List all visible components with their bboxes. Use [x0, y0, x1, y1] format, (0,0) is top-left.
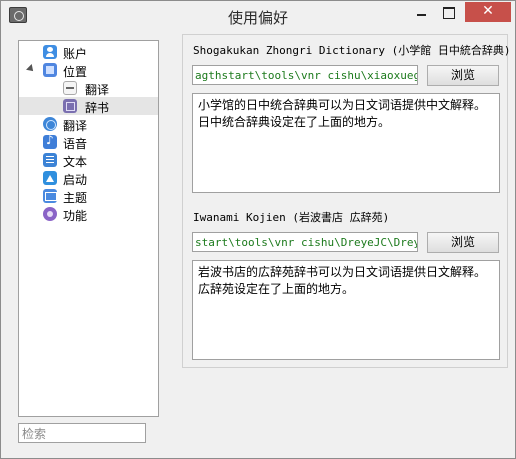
- expand-arrow-icon[interactable]: [26, 64, 36, 74]
- shogakukan-path-input[interactable]: [193, 66, 417, 84]
- shogakukan-description: 小学馆的日中统合辞典可以为日文词语提供中文解释。 日中统合辞典设定在了上面的地方…: [192, 93, 500, 193]
- search-input[interactable]: [22, 425, 146, 442]
- sidebar-item-location-dictionary[interactable]: 辞书: [19, 97, 158, 115]
- shogakukan-path-field[interactable]: [192, 65, 418, 85]
- sidebar-item-location[interactable]: 位置: [19, 61, 158, 79]
- kojien-path-input[interactable]: [193, 233, 417, 251]
- sidebar-item-features[interactable]: 功能: [19, 205, 158, 223]
- search-box[interactable]: [18, 423, 146, 443]
- sidebar-item-text[interactable]: 文本: [19, 151, 158, 169]
- sidebar-item-theme[interactable]: 主题: [19, 187, 158, 205]
- title-bar[interactable]: 使用偏好 ✕: [1, 1, 515, 31]
- kojien-path-field[interactable]: [192, 232, 418, 252]
- sidebar-item-location-translate[interactable]: 翻译: [19, 79, 158, 97]
- sidebar-item-account[interactable]: 账户: [19, 43, 158, 61]
- close-button[interactable]: ✕: [465, 2, 511, 22]
- shogakukan-browse-button[interactable]: 浏览: [427, 65, 499, 86]
- sidebar-item-launch[interactable]: 启动: [19, 169, 158, 187]
- maximize-button[interactable]: [435, 2, 462, 22]
- shogakukan-title: Shogakukan Zhongri Dictionary (小学館 日中統合辞…: [193, 44, 511, 57]
- preferences-tree[interactable]: 账户 位置 翻译 辞书 翻译 语音 文本 启动: [18, 40, 159, 417]
- music-icon: [43, 133, 57, 149]
- dictionary-settings-panel: Shogakukan Zhongri Dictionary (小学館 日中統合辞…: [182, 34, 511, 368]
- text-icon: [43, 153, 57, 167]
- close-icon: ✕: [482, 3, 494, 19]
- translate-sub-icon: [63, 81, 77, 95]
- kojien-description: 岩波书店的広辞苑辞书可以为日文词语提供日文解释。 広辞苑设定在了上面的地方。: [192, 260, 500, 360]
- theme-icon: [43, 189, 57, 203]
- dictionary-icon: [63, 99, 77, 113]
- kojien-title: Iwanami Kojien (岩波書店 広辞苑): [193, 211, 390, 224]
- feature-icon: [43, 207, 57, 221]
- sidebar-item-voice[interactable]: 语音: [19, 133, 158, 151]
- user-icon: [43, 45, 57, 59]
- preferences-window: 使用偏好 ✕ 账户 位置 翻译 辞书 翻译 语音: [0, 0, 516, 459]
- location-icon: [43, 63, 57, 77]
- launch-icon: [43, 171, 57, 185]
- minimize-button[interactable]: [408, 2, 435, 22]
- sidebar-item-translate[interactable]: 翻译: [19, 115, 158, 133]
- kojien-browse-button[interactable]: 浏览: [427, 232, 499, 253]
- globe-icon: [43, 117, 57, 131]
